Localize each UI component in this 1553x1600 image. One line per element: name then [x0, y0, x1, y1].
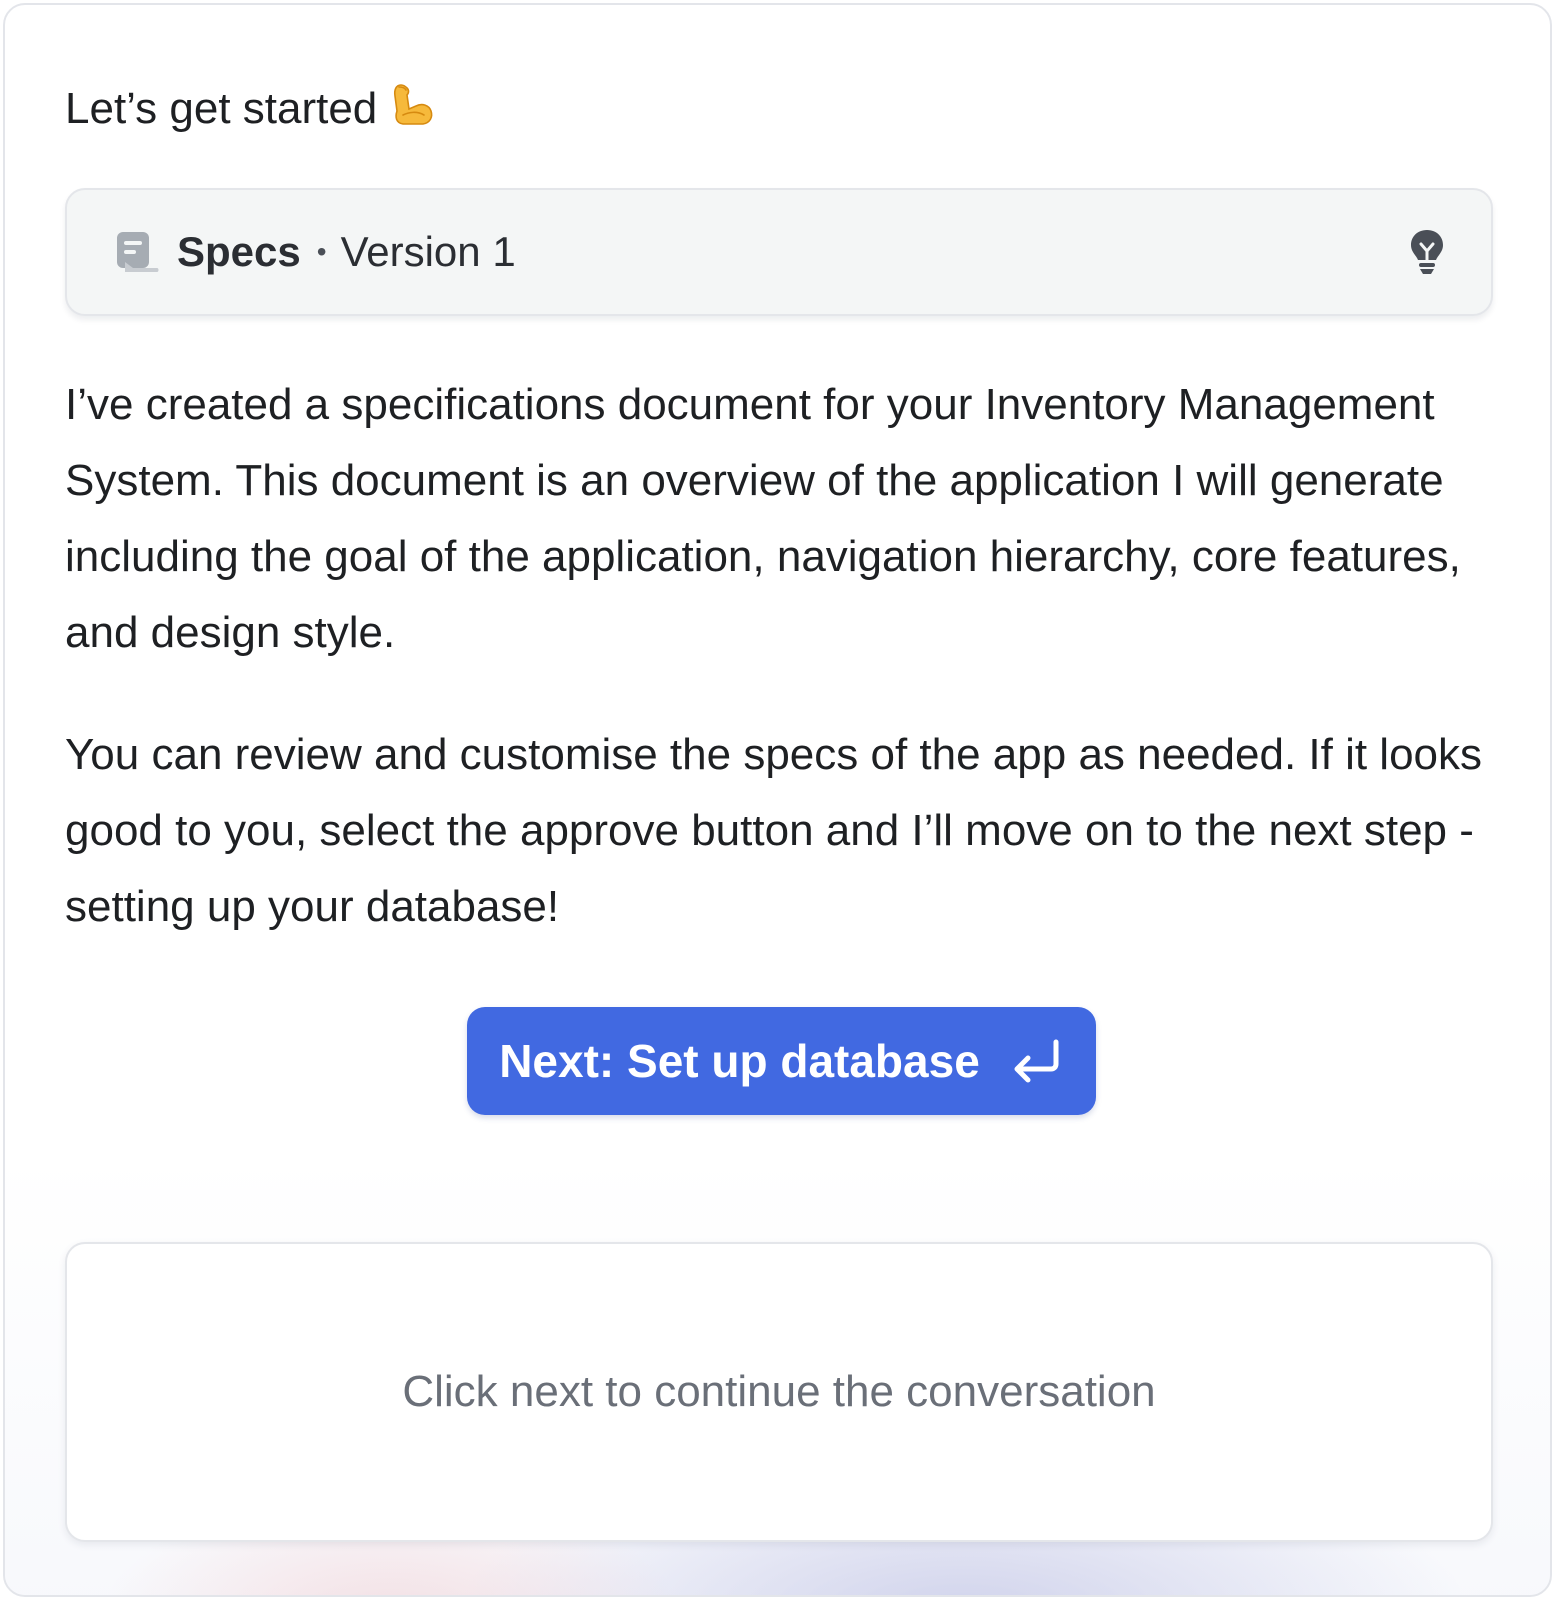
title-separator: • — [316, 236, 327, 267]
specs-card[interactable]: Specs • Version 1 — [65, 188, 1493, 316]
chat-panel: Let’s get started Specs • Version 1 I’ve… — [3, 3, 1552, 1597]
enter-return-icon — [1010, 1038, 1064, 1084]
message-paragraph-2: You can review and customise the specs o… — [65, 730, 1483, 931]
document-icon — [113, 228, 161, 276]
message-paragraph-1: I’ve created a specifications document f… — [65, 380, 1461, 657]
next-set-up-database-button[interactable]: Next: Set up database — [467, 1007, 1096, 1115]
chat-input-box[interactable]: Click next to continue the conversation — [65, 1242, 1493, 1542]
next-button-label: Next: Set up database — [499, 1035, 980, 1087]
greeting-heading: Let’s get started — [65, 81, 435, 135]
flexed-biceps-icon — [387, 81, 435, 129]
chat-input-placeholder: Click next to continue the conversation — [402, 1367, 1156, 1416]
specs-title: Specs — [177, 228, 301, 275]
greeting-text: Let’s get started — [65, 84, 378, 133]
specs-version: Version 1 — [340, 228, 516, 275]
lightbulb-icon[interactable] — [1407, 227, 1447, 277]
